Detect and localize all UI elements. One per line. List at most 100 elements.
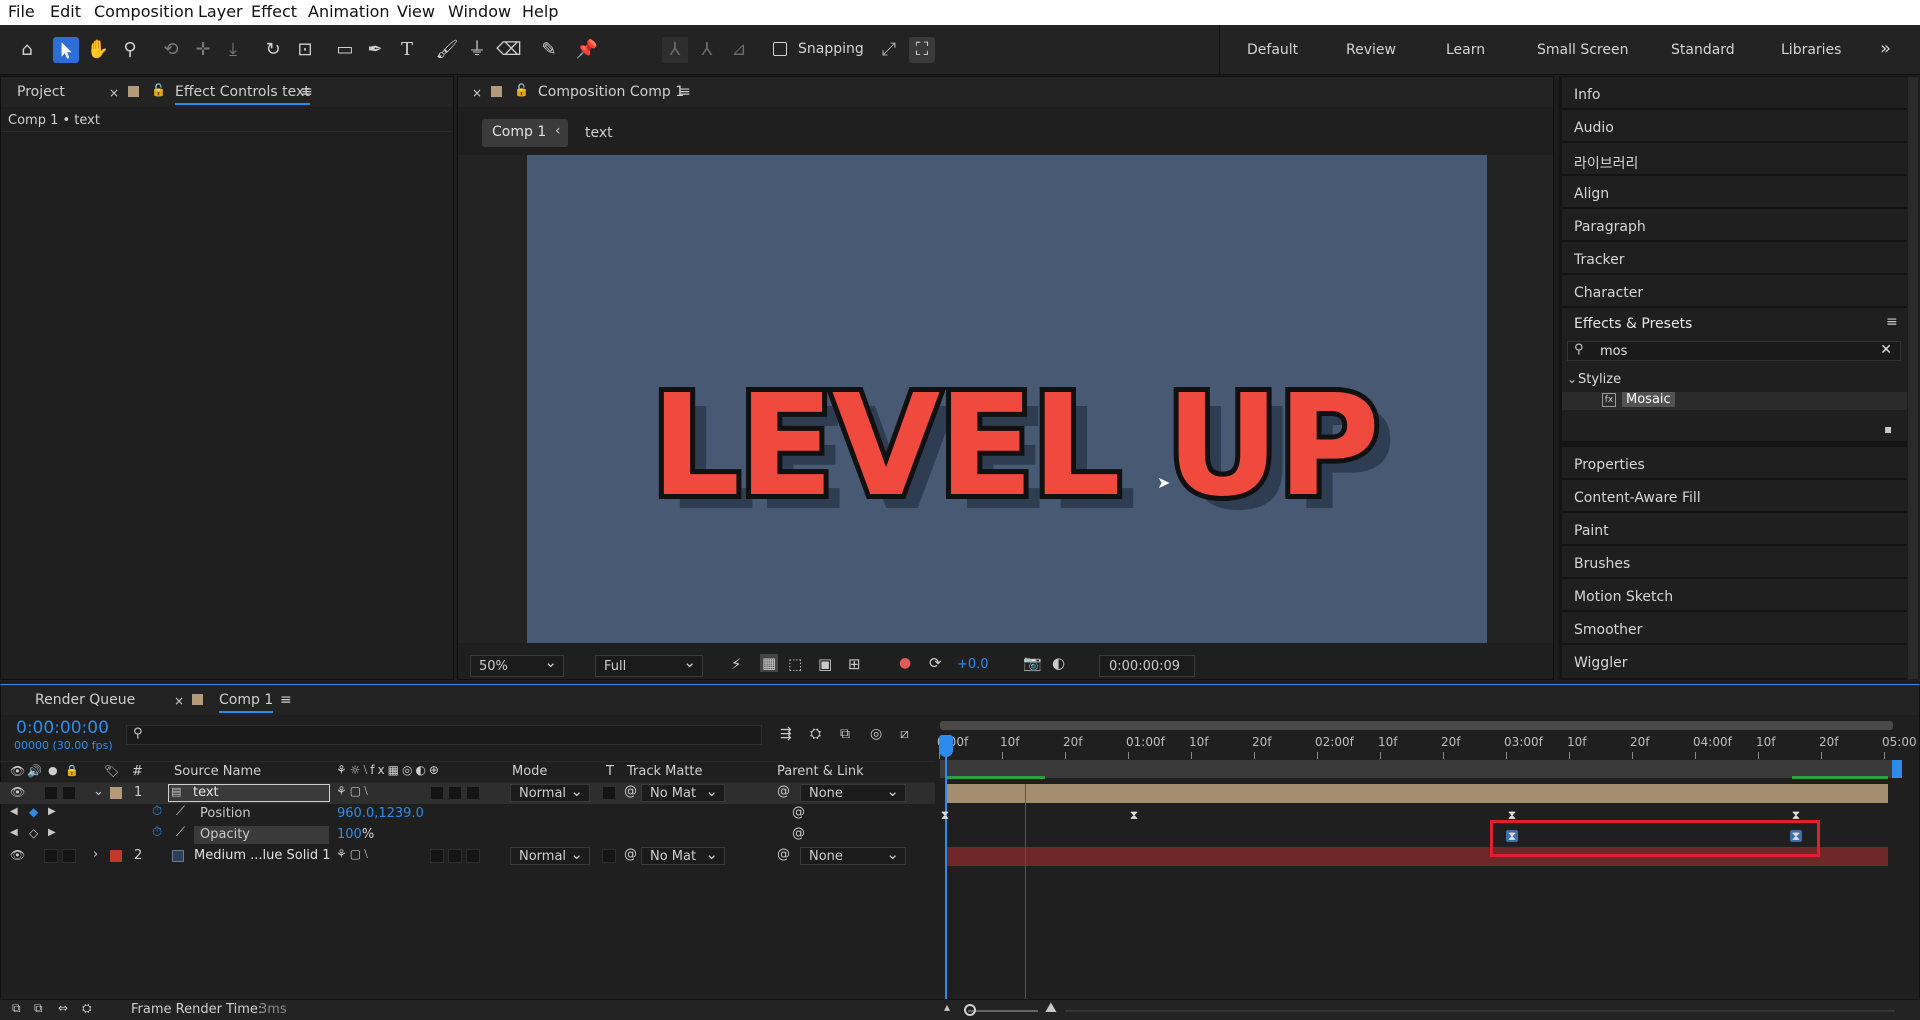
panel-menu-icon[interactable]: ≡ [1886, 314, 1898, 330]
menu-edit[interactable]: Edit [50, 2, 81, 21]
brushes-panel-header[interactable]: Brushes [1562, 546, 1907, 578]
next-keyframe-icon[interactable]: ▶ [48, 827, 56, 838]
graph-editor-icon[interactable]: ⧄ [900, 726, 909, 742]
tab-render-queue[interactable]: Render Queue [35, 692, 135, 708]
camera-snapshot-icon[interactable]: 📷 [1023, 654, 1042, 672]
eye-icon[interactable]: 👁 [10, 848, 25, 862]
menu-animation[interactable]: Animation [308, 2, 390, 21]
chevron-right-icon[interactable]: › [93, 847, 98, 862]
lock-icon[interactable]: 🔓 [151, 83, 166, 97]
menu-help[interactable]: Help [522, 2, 558, 21]
timeline-current-time[interactable]: 0:00:00:00 [16, 718, 109, 738]
audio-toggle[interactable] [44, 849, 58, 863]
menu-file[interactable]: File [8, 2, 35, 21]
workspace-more-icon[interactable]: » [1880, 38, 1891, 59]
expression-pickwhip-icon[interactable]: @ [792, 826, 805, 841]
parent-pickwhip-icon[interactable]: @ [777, 784, 790, 799]
layer-row-1[interactable]: 👁 ⌄ 1 ▤ text ⚘▢⧵ Normal @ No Mat @ None [0, 782, 935, 804]
audio-toggle[interactable] [44, 786, 58, 800]
selection-tool-icon[interactable] [53, 37, 79, 63]
solo-toggle[interactable] [62, 786, 76, 800]
workspace-small-screen[interactable]: Small Screen [1537, 42, 1628, 58]
axis-view-icon[interactable]: ⊿ [726, 37, 752, 63]
keyframe-toggle-icon[interactable]: ◆ [29, 805, 38, 819]
expression-pickwhip-icon[interactable]: @ [792, 805, 805, 820]
workspace-review[interactable]: Review [1346, 42, 1396, 58]
audio-icon[interactable]: 🔊 [27, 764, 42, 778]
switch-box[interactable] [466, 786, 480, 800]
lock-icon[interactable]: 🔒 [65, 764, 79, 777]
character-panel-header[interactable]: Character [1562, 275, 1907, 307]
zoom-dropdown[interactable]: 50% [470, 653, 564, 677]
eye-icon[interactable]: 👁 [10, 764, 25, 778]
axis-local-icon[interactable]: ⅄ [662, 37, 688, 63]
prev-keyframe-icon[interactable]: ◀ [10, 806, 18, 817]
libraries-panel-header[interactable]: 라이브러리 [1562, 143, 1907, 175]
rotation-tool-icon[interactable]: ↻ [260, 37, 286, 63]
zoom-in-icon[interactable]: ⛰ [1045, 1000, 1057, 1016]
preserve-transparency-toggle[interactable] [602, 849, 616, 863]
layer-switch-icons[interactable]: ⚘▢⧵ [336, 784, 371, 799]
draft-3d-icon[interactable]: ⛭ [810, 726, 821, 742]
track-matte-dropdown[interactable]: No Mat [641, 845, 725, 865]
label-icon[interactable]: 🏷 [104, 764, 119, 778]
orbit-camera-icon[interactable]: ⟲ [158, 37, 184, 63]
composition-canvas[interactable]: LEVEL UP LEVEL UP ➤ [527, 155, 1487, 643]
layer-switch-icons[interactable]: ⚘▢⧵ [336, 847, 371, 862]
resolution-dropdown[interactable]: Full [595, 653, 703, 677]
clear-search-icon[interactable]: ✕ [1880, 342, 1892, 358]
pen-tool-icon[interactable]: ✒ [362, 37, 388, 63]
close-icon[interactable]: × [174, 694, 184, 708]
layer-1-duration-bar[interactable] [946, 784, 1888, 803]
switch-box[interactable] [466, 849, 480, 863]
timeline-scrollbar[interactable] [1065, 1010, 1895, 1012]
tracker-panel-header[interactable]: Tracker [1562, 242, 1907, 274]
prev-keyframe-icon[interactable]: ◀ [10, 827, 18, 838]
layer-label-color[interactable] [110, 850, 122, 862]
effect-mosaic-row[interactable]: fx Mosaic [1562, 392, 1907, 410]
eye-icon[interactable]: 👁 [10, 785, 25, 799]
menu-effect[interactable]: Effect [251, 2, 297, 21]
content-aware-fill-header[interactable]: Content-Aware Fill [1562, 480, 1907, 512]
hand-tool-icon[interactable]: ✋ [85, 37, 111, 63]
fast-preview-icon[interactable]: ⚡ [731, 655, 742, 673]
effects-category-stylize[interactable]: Stylize [1578, 372, 1621, 387]
snapping-checkbox[interactable] [773, 42, 787, 56]
pan-camera-icon[interactable]: ✛ [190, 37, 216, 63]
show-snapshot-icon[interactable]: ◐ [1052, 654, 1065, 672]
column-mode[interactable]: Mode [512, 764, 547, 779]
workspace-default[interactable]: Default [1247, 42, 1298, 58]
solo-toggle[interactable] [62, 849, 76, 863]
new-preset-icon[interactable]: ▪ [1884, 422, 1892, 436]
position-keyframe-0[interactable]: ⧗ [939, 809, 951, 821]
track-matte-pickwhip-icon[interactable]: @ [624, 847, 637, 862]
paragraph-panel-header[interactable]: Paragraph [1562, 209, 1907, 241]
motion-sketch-header[interactable]: Motion Sketch [1562, 579, 1907, 611]
panel-menu-icon[interactable]: ≡ [679, 84, 691, 100]
roto-brush-icon[interactable]: ✎ [536, 37, 562, 63]
workspace-libraries[interactable]: Libraries [1781, 42, 1841, 58]
eraser-tool-icon[interactable]: ⌫ [496, 37, 522, 63]
tab-composition[interactable]: Composition Comp 1 [538, 84, 684, 100]
panel-menu-icon[interactable]: ≡ [280, 692, 292, 708]
composition-mini-flowchart-icon[interactable]: ⇶ [780, 726, 792, 742]
properties-panel-header[interactable]: Properties [1562, 447, 1907, 479]
column-parent-link[interactable]: Parent & Link [777, 764, 864, 779]
clone-stamp-icon[interactable]: ⏚ [464, 37, 490, 63]
close-icon[interactable]: × [109, 86, 119, 100]
position-value[interactable]: 960.0,1239.0 [337, 806, 424, 821]
mask-visibility-icon[interactable]: ⬚ [788, 655, 802, 673]
keyframe-toggle-icon[interactable]: ◇ [29, 826, 38, 840]
column-source-name[interactable]: Source Name [174, 764, 261, 779]
current-time-display[interactable]: 0:00:00:09 [1099, 655, 1195, 677]
switch-box[interactable] [448, 786, 462, 800]
column-track-matte[interactable]: Track Matte [627, 764, 703, 779]
transfer-controls-toggle-icon[interactable]: ⧉ [34, 1001, 43, 1016]
graph-icon[interactable]: ⟋ [176, 804, 185, 819]
zoom-tool-icon[interactable]: ⚲ [117, 37, 143, 63]
position-keyframe-1[interactable]: ⧗ [1128, 809, 1140, 821]
menu-composition[interactable]: Composition [94, 2, 194, 21]
workspace-standard[interactable]: Standard [1671, 42, 1735, 58]
exposure-value[interactable]: +0.0 [957, 657, 989, 672]
menu-window[interactable]: Window [448, 2, 511, 21]
